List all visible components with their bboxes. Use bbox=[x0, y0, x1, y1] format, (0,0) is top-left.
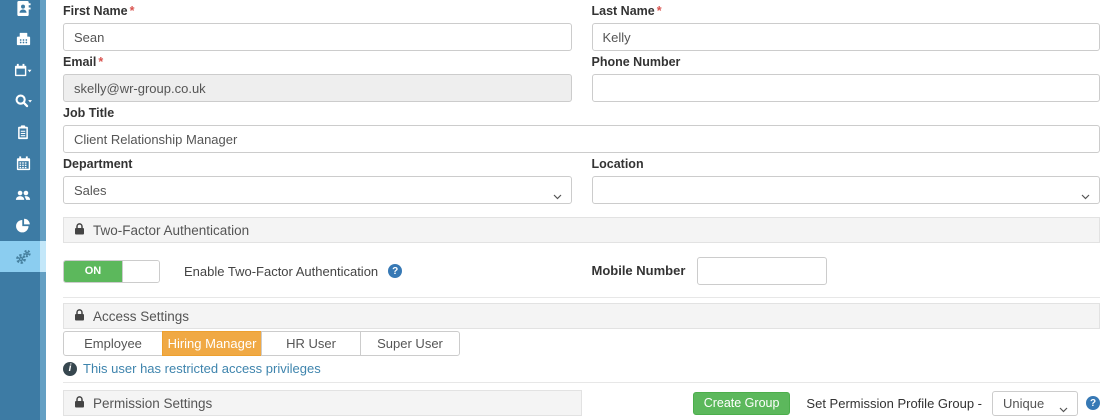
pie-chart-icon bbox=[15, 218, 31, 234]
sidebar bbox=[0, 0, 46, 420]
help-icon[interactable]: ? bbox=[1086, 396, 1100, 410]
info-icon: i bbox=[63, 362, 77, 376]
sidebar-item-fax[interactable] bbox=[0, 24, 46, 55]
calendar-dropdown-icon bbox=[14, 62, 32, 79]
help-icon[interactable]: ? bbox=[388, 264, 402, 278]
required-asterisk: * bbox=[130, 4, 135, 18]
access-settings-section-header: Access Settings bbox=[63, 303, 1100, 329]
location-field: Location bbox=[592, 157, 1101, 204]
first-name-field: First Name* bbox=[63, 4, 572, 51]
chevron-down-icon bbox=[553, 188, 562, 203]
role-button-employee[interactable]: Employee bbox=[63, 331, 163, 356]
user-profile-form: First Name* Last Name* Email* Phone Numb… bbox=[46, 0, 1120, 420]
location-label: Location bbox=[592, 157, 1101, 171]
role-button-super-user[interactable]: Super User bbox=[360, 331, 460, 356]
email-label: Email* bbox=[63, 55, 572, 69]
search-dropdown-icon bbox=[14, 93, 32, 110]
mobile-number-label: Mobile Number bbox=[592, 264, 686, 278]
job-title-input[interactable] bbox=[63, 125, 1100, 153]
department-select[interactable]: Sales bbox=[63, 176, 572, 204]
sidebar-item-reports[interactable] bbox=[0, 210, 46, 241]
role-button-hiring-manager[interactable]: Hiring Manager bbox=[162, 331, 262, 356]
sidebar-item-settings[interactable] bbox=[0, 241, 46, 272]
first-name-input[interactable] bbox=[63, 23, 572, 51]
role-button-group: Employee Hiring Manager HR User Super Us… bbox=[63, 331, 1100, 356]
required-asterisk: * bbox=[98, 55, 103, 69]
toggle-on-label: ON bbox=[64, 261, 122, 282]
sidebar-item-users[interactable] bbox=[0, 179, 46, 210]
first-name-label: First Name* bbox=[63, 4, 572, 18]
role-button-hr-user[interactable]: HR User bbox=[261, 331, 361, 356]
phone-input[interactable] bbox=[592, 74, 1101, 102]
last-name-label: Last Name* bbox=[592, 4, 1101, 18]
last-name-input[interactable] bbox=[592, 23, 1101, 51]
section-title: Access Settings bbox=[93, 309, 189, 324]
lock-icon bbox=[74, 396, 85, 411]
sidebar-item-schedule-menu[interactable] bbox=[0, 55, 46, 86]
lock-icon bbox=[74, 309, 85, 324]
users-icon bbox=[14, 187, 32, 203]
toggle-knob bbox=[122, 261, 159, 282]
two-factor-toggle[interactable]: ON bbox=[63, 260, 160, 283]
phone-label: Phone Number bbox=[592, 55, 1101, 69]
phone-field: Phone Number bbox=[592, 55, 1101, 102]
job-title-field: Job Title bbox=[63, 106, 1100, 153]
gears-icon bbox=[14, 248, 32, 266]
department-field: Department Sales bbox=[63, 157, 572, 204]
section-title: Permission Settings bbox=[93, 396, 212, 411]
mobile-number-input[interactable] bbox=[697, 257, 827, 285]
job-title-label: Job Title bbox=[63, 106, 1100, 120]
calendar-icon bbox=[15, 155, 32, 172]
section-divider bbox=[63, 297, 1100, 298]
two-factor-toggle-label: Enable Two-Factor Authentication bbox=[184, 264, 378, 279]
section-divider bbox=[63, 382, 1100, 383]
profile-group-select[interactable]: Unique bbox=[992, 391, 1078, 416]
create-group-button[interactable]: Create Group bbox=[693, 392, 791, 415]
section-title: Two-Factor Authentication bbox=[93, 223, 249, 238]
sidebar-item-search-menu[interactable] bbox=[0, 86, 46, 117]
permission-settings-section-header: Permission Settings bbox=[63, 390, 582, 416]
required-asterisk: * bbox=[657, 4, 662, 18]
email-input bbox=[63, 74, 572, 102]
sidebar-item-contacts[interactable] bbox=[0, 0, 46, 24]
sidebar-item-calendar[interactable] bbox=[0, 148, 46, 179]
email-field: Email* bbox=[63, 55, 572, 102]
last-name-field: Last Name* bbox=[592, 4, 1101, 51]
lock-icon bbox=[74, 223, 85, 238]
chevron-down-icon bbox=[1059, 401, 1068, 416]
clipboard-icon bbox=[15, 124, 31, 141]
sidebar-item-tasks[interactable] bbox=[0, 117, 46, 148]
department-label: Department bbox=[63, 157, 572, 171]
restricted-access-info: i This user has restricted access privil… bbox=[63, 361, 1100, 376]
fax-icon bbox=[15, 31, 32, 48]
location-select[interactable] bbox=[592, 176, 1101, 204]
two-factor-section-header: Two-Factor Authentication bbox=[63, 217, 1100, 243]
chevron-down-icon bbox=[1081, 188, 1090, 203]
restricted-access-text: This user has restricted access privileg… bbox=[83, 361, 321, 376]
address-book-icon bbox=[15, 0, 32, 17]
profile-group-label: Set Permission Profile Group - bbox=[806, 396, 982, 411]
